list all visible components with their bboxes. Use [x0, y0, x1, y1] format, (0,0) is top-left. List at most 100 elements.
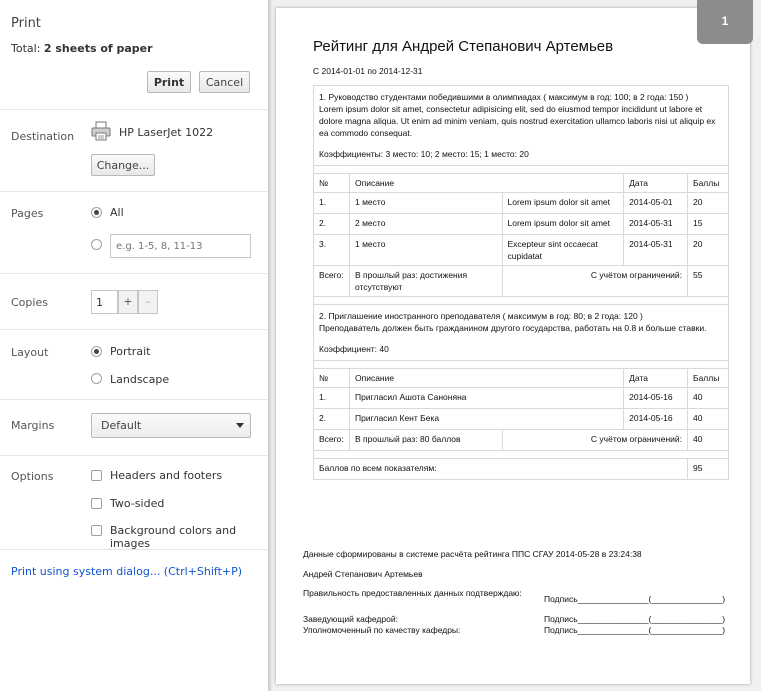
printer-icon: [91, 121, 111, 141]
row-title: 2 место: [348, 213, 503, 235]
page-number-badge: 1: [697, 0, 753, 44]
section-1-info: 1. Руководство студентами победившими в …: [313, 85, 729, 166]
margins-label: Margins: [11, 419, 55, 432]
divider: [0, 191, 268, 192]
row-title: 1 место: [348, 192, 503, 214]
header-points: Баллы: [687, 173, 729, 193]
spacer-cell: [313, 450, 729, 459]
total-value: 40: [687, 429, 729, 451]
header-number: №: [313, 173, 350, 193]
preview-page: Рейтинг для Андрей Степанович Артемьев С…: [276, 8, 750, 684]
section-1-heading: 1. Руководство студентами победившими в …: [319, 92, 689, 102]
divider: [0, 329, 268, 330]
pages-all-radio[interactable]: [91, 207, 102, 218]
document-title: Рейтинг для Андрей Степанович Артемьев: [313, 38, 614, 55]
destination-printer: HP LaserJet 1022: [119, 126, 214, 139]
pages-label: Pages: [11, 207, 44, 220]
grand-total-value: 95: [687, 458, 729, 480]
row-date: 2014-05-16: [623, 387, 688, 409]
two-sided-checkbox[interactable]: [91, 498, 102, 509]
header-number: №: [313, 368, 350, 388]
section-2-info: 2. Приглашение иностранного преподавател…: [313, 304, 729, 361]
total-label: Всего:: [313, 265, 350, 297]
table-row: 3. 1 место Excepteur sint occaecat cupid…: [313, 234, 729, 266]
spacer-row: [313, 165, 729, 174]
pages-all-label: All: [110, 206, 124, 219]
margins-value: Default: [101, 419, 142, 432]
spacer-cell: [313, 296, 729, 305]
footer-confirm: Правильность предоставленных данных подт…: [303, 588, 522, 598]
row-title: Пригласил Кент Бека: [348, 408, 625, 430]
row-number: 2.: [313, 408, 350, 430]
divider: [0, 399, 268, 400]
row-number: 1.: [313, 387, 350, 409]
layout-portrait-label: Portrait: [110, 345, 151, 358]
section-2-coefficients: Коэффициент: 40: [319, 344, 389, 354]
options-label: Options: [11, 470, 54, 483]
section-header-row: 2. Приглашение иностранного преподавател…: [313, 304, 729, 361]
background-graphics-label: Background colors and images: [110, 524, 237, 550]
copies-label: Copies: [11, 296, 48, 309]
layout-landscape-radio[interactable]: [91, 373, 102, 384]
row-points: 20: [687, 234, 729, 266]
print-settings-panel: Print Total: 2 sheets of paper Print Can…: [0, 0, 268, 691]
total-previous: В прошлый раз: 80 баллов: [348, 429, 503, 451]
row-title: Пригласил Ашота Саноняна: [348, 387, 625, 409]
grand-total-row: Баллов по всем показателям: 95: [313, 458, 729, 480]
table-header-row: № Описание Дата Баллы: [313, 368, 729, 388]
layout-portrait-radio[interactable]: [91, 346, 102, 357]
print-button[interactable]: Print: [147, 71, 191, 93]
change-destination-button[interactable]: Change...: [91, 154, 155, 176]
signature-line: Подпись_______________(_______________): [544, 625, 726, 635]
two-sided-label: Two-sided: [110, 497, 165, 510]
footer-name: Андрей Степанович Артемьев: [303, 569, 423, 579]
copies-decrement-button[interactable]: –: [138, 290, 158, 314]
spacer-cell: [313, 165, 729, 174]
pages-custom-radio[interactable]: [91, 239, 102, 250]
footer-quality: Уполномоченный по качеству кафедры:: [303, 625, 461, 635]
panel-shadow: [268, 0, 273, 691]
total-limit-label: С учётом ограничений:: [501, 429, 689, 451]
header-date: Дата: [623, 173, 688, 193]
divider: [0, 109, 268, 110]
row-number: 2.: [313, 213, 350, 235]
table-header-row: № Описание Дата Баллы: [313, 173, 729, 193]
headers-footers-checkbox[interactable]: [91, 470, 102, 481]
system-dialog-link[interactable]: Print using system dialog... (Ctrl+Shift…: [11, 565, 242, 578]
header-date: Дата: [623, 368, 688, 388]
row-date: 2014-05-16: [623, 408, 688, 430]
dropdown-arrow-icon: [236, 423, 244, 428]
total-value: 2 sheets of paper: [43, 42, 153, 55]
layout-label: Layout: [11, 346, 49, 359]
header-description: Описание: [348, 173, 625, 193]
signature-line: Подпись_______________(_______________): [544, 614, 726, 624]
row-number: 1.: [313, 192, 350, 214]
pages-range-input[interactable]: [110, 234, 251, 258]
total-label: Всего:: [313, 429, 350, 451]
total-row: Всего: В прошлый раз: достижения отсутст…: [313, 265, 729, 297]
row-detail: Lorem ipsum dolor sit amet: [501, 192, 625, 214]
margins-select[interactable]: Default: [91, 413, 251, 438]
table-row: 2. Пригласил Кент Бека 2014-05-16 40: [313, 408, 729, 430]
cancel-button[interactable]: Cancel: [199, 71, 250, 93]
panel-title: Print: [11, 16, 41, 31]
copies-input[interactable]: [91, 290, 118, 314]
print-preview-area[interactable]: Рейтинг для Андрей Степанович Артемьев С…: [268, 0, 761, 691]
background-graphics-checkbox[interactable]: [91, 525, 102, 536]
layout-landscape-label: Landscape: [110, 373, 170, 386]
destination-label: Destination: [11, 130, 75, 143]
section-1-description: Lorem ipsum dolor sit amet, consectetur …: [319, 104, 716, 138]
section-header-row: 1. Руководство студентами победившими в …: [313, 85, 729, 166]
table-row: 1. 1 место Lorem ipsum dolor sit amet 20…: [313, 192, 729, 214]
total-limit-label: С учётом ограничений:: [501, 265, 689, 297]
total-sheets: Total: 2 sheets of paper: [11, 42, 153, 55]
document-period: С 2014-01-01 по 2014-12-31: [313, 66, 423, 76]
table-row: 1. Пригласил Ашота Саноняна 2014-05-16 4…: [313, 387, 729, 409]
row-detail: Lorem ipsum dolor sit amet: [501, 213, 625, 235]
row-points: 20: [687, 192, 729, 214]
total-previous: В прошлый раз: достижения отсутствуют: [348, 265, 503, 297]
total-label: Total:: [11, 42, 41, 55]
copies-increment-button[interactable]: +: [118, 290, 138, 314]
spacer-cell: [313, 360, 729, 369]
section-1-coefficients: Коэффициенты: 3 место: 10; 2 место: 15; …: [319, 149, 529, 159]
